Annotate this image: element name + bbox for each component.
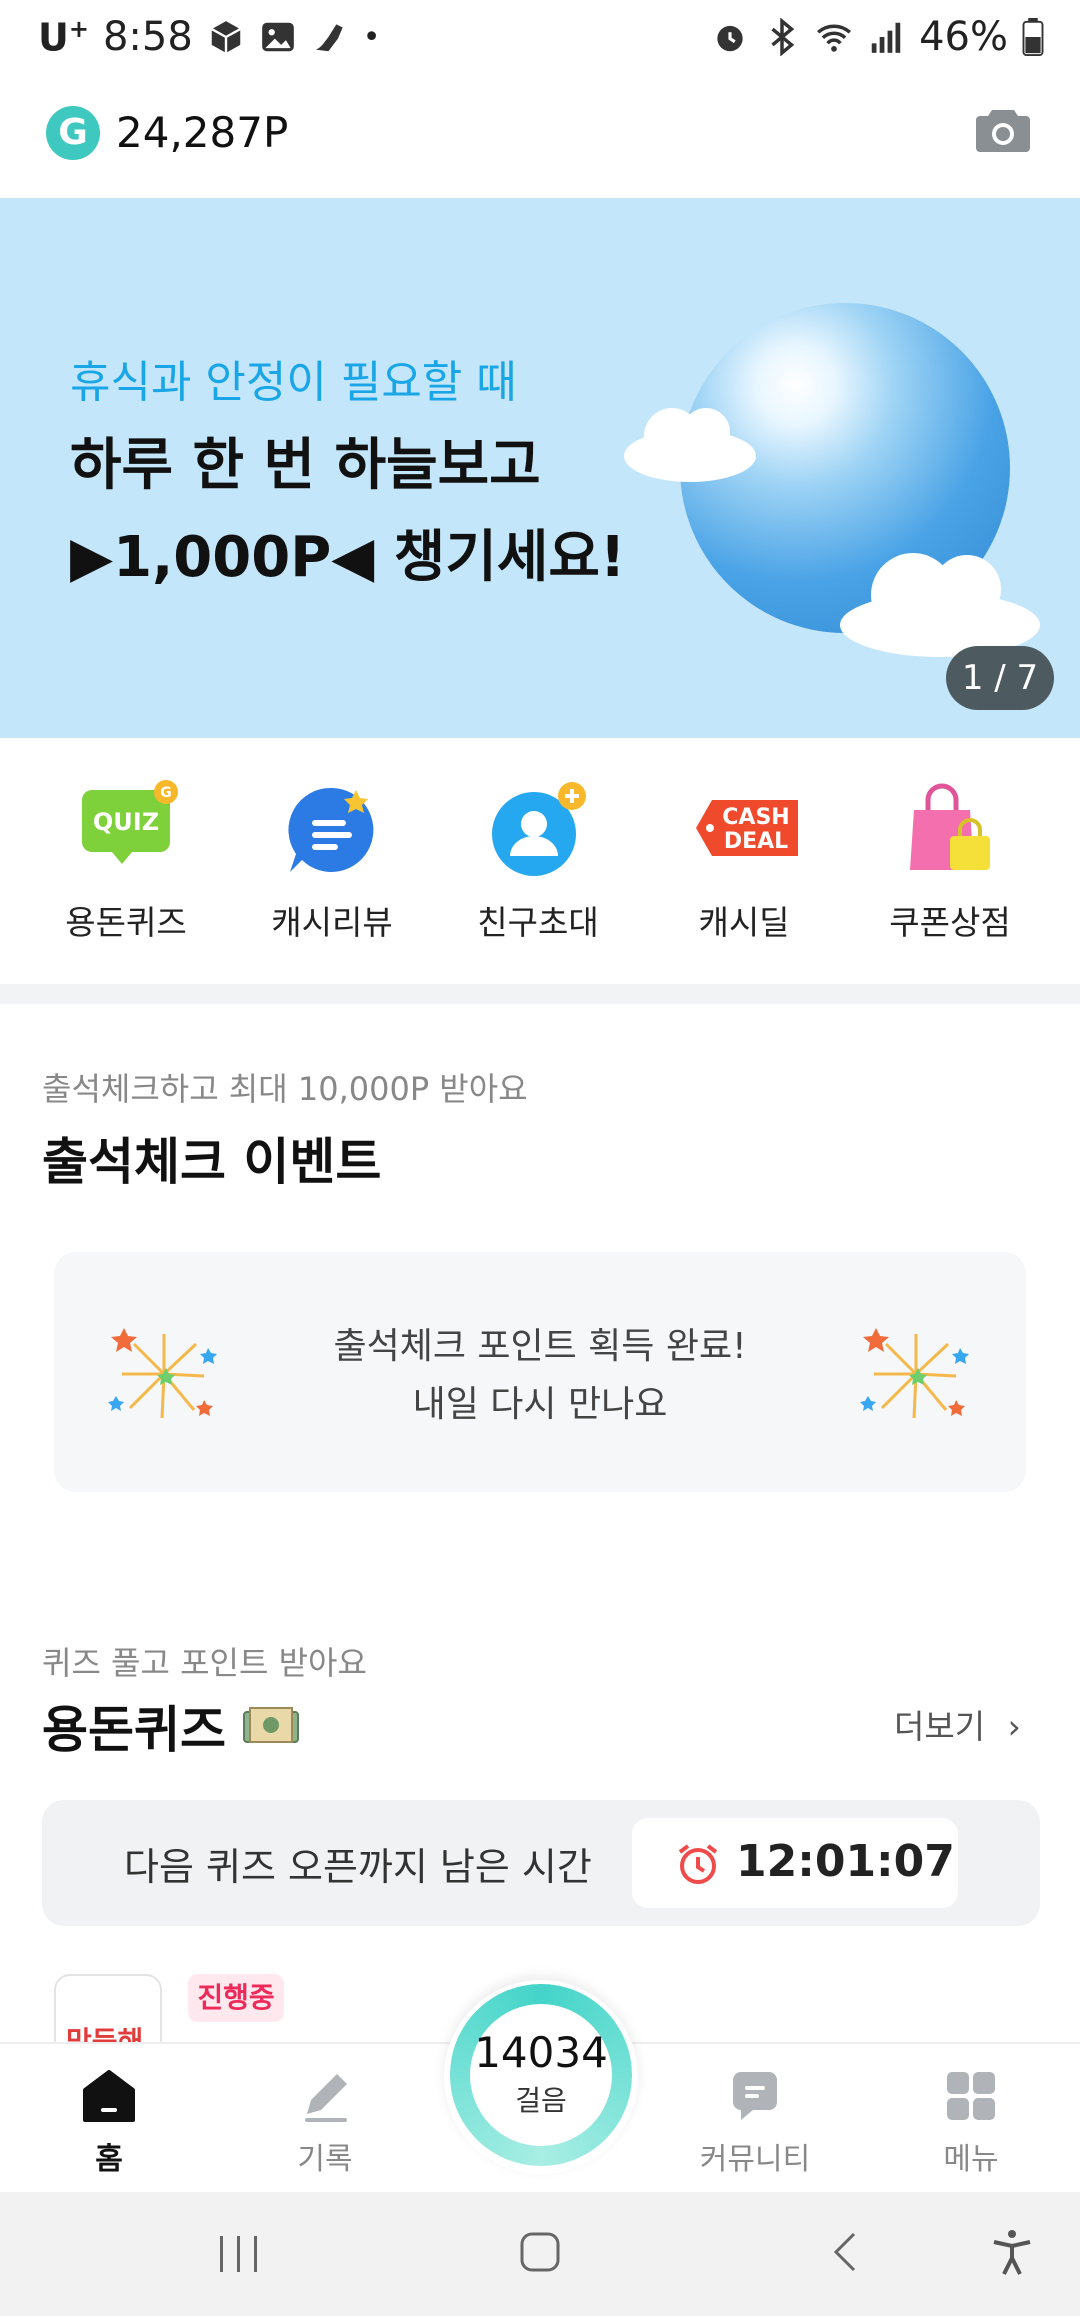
home-icon: [83, 2070, 135, 2122]
steps-counter[interactable]: 14034 걸음: [470, 2004, 612, 2146]
quick-menu-coupon[interactable]: 쿠폰상점: [850, 780, 1050, 944]
banner-title-line1: 하루 한 번 하늘보고: [70, 433, 541, 498]
money-icon: [243, 1707, 299, 1743]
cash-deal-icon: CASH DEAL: [694, 780, 798, 880]
home-nav-icon[interactable]: [518, 2230, 562, 2274]
nav-home[interactable]: 홈: [34, 2070, 184, 2178]
camera-icon[interactable]: [974, 104, 1032, 156]
point-balance[interactable]: 24,287P: [116, 108, 288, 157]
quick-menu-review[interactable]: 캐시리뷰: [232, 780, 432, 944]
status-right: 46%: [711, 14, 1044, 60]
quiz-timer-bar: 다음 퀴즈 오픈까지 남은 시간 12:01:07: [42, 1800, 1040, 1926]
quick-menu-label: 쿠폰상점: [889, 903, 1011, 942]
quiz-icon: G QUIZ: [76, 780, 178, 880]
timer-label: 다음 퀴즈 오픈까지 남은 시간: [124, 1845, 592, 1889]
clock: 8:58: [102, 14, 193, 60]
quick-menu: G QUIZ 용돈퀴즈 캐시리뷰 친구초대 CASH DEAL 캐시딜 쿠폰상점: [0, 740, 1080, 980]
attendance-subtitle: 출석체크하고 최대 10,000P 받아요: [42, 1070, 528, 1108]
section-divider: [0, 984, 1080, 1004]
quick-menu-quiz[interactable]: G QUIZ 용돈퀴즈: [26, 780, 226, 944]
fireworks-icon: [860, 1328, 969, 1419]
dot-icon: •: [362, 19, 381, 55]
alarm-clock-icon: [678, 1844, 718, 1884]
banner-subtitle: 휴식과 안정이 필요할 때: [70, 357, 517, 408]
signal-icon: [871, 22, 901, 53]
svg-text:G: G: [160, 785, 172, 801]
banner-title: 하루 한 번 하늘보고 ▶1,000P◀ 챙기세요!: [70, 420, 625, 604]
svg-text:CASH: CASH: [722, 805, 789, 830]
grid-menu-icon: [947, 2072, 995, 2120]
nav-community[interactable]: 커뮤니티: [680, 2070, 830, 2178]
nav-label: 홈: [95, 2142, 123, 2177]
quick-menu-label: 용돈퀴즈: [65, 903, 187, 942]
status-badge: 진행중: [188, 1974, 284, 2022]
chevron-right-icon: ›: [1007, 1707, 1021, 1746]
timer-pill: 12:01:07: [632, 1818, 958, 1908]
status-left: U+ 8:58 •: [38, 14, 381, 60]
bluetooth-icon: [771, 18, 795, 56]
wifi-icon: [817, 24, 852, 52]
quick-menu-invite[interactable]: 친구초대: [438, 780, 638, 944]
shoe-icon: [315, 24, 343, 52]
nav-menu[interactable]: 메뉴: [896, 2070, 1046, 2178]
point-coin-icon: G: [46, 106, 100, 160]
promo-banner[interactable]: 휴식과 안정이 필요할 때 하루 한 번 하늘보고 ▶1,000P◀ 챙기세요!…: [0, 198, 1080, 738]
cloud-image: [624, 408, 756, 482]
svg-text:QUIZ: QUIZ: [93, 808, 159, 836]
nav-record[interactable]: 기록: [250, 2070, 400, 2178]
gallery-icon: [261, 22, 294, 52]
quiz-title-row: 용돈퀴즈: [42, 1690, 300, 1762]
banner-pager: 1 / 7: [946, 646, 1054, 710]
pencil-icon: [305, 2074, 347, 2122]
status-bar: U+ 8:58 • 46%: [0, 0, 1080, 80]
steps-value: 14034: [474, 2028, 608, 2077]
battery-percent: 46%: [919, 14, 1008, 60]
chat-icon: [733, 2072, 777, 2120]
carrier: U+: [38, 14, 89, 60]
battery-icon: [1022, 18, 1044, 56]
coupon-shop-icon: [900, 780, 1000, 880]
quick-menu-label: 캐시딜: [698, 903, 790, 942]
recent-apps-icon[interactable]: [214, 2232, 264, 2276]
quick-menu-label: 캐시리뷰: [271, 903, 393, 942]
system-nav-bar: [0, 2192, 1080, 2316]
alarm-icon: [717, 25, 743, 52]
nav-label: 기록: [297, 2142, 353, 2177]
more-label: 더보기: [894, 1707, 986, 1746]
back-icon[interactable]: [824, 2230, 868, 2274]
banner-title-line2: ▶1,000P◀ 챙기세요!: [70, 525, 626, 590]
quiz-title: 용돈퀴즈: [42, 1701, 226, 1759]
invite-friend-icon: [488, 780, 588, 880]
quick-menu-cashdeal[interactable]: CASH DEAL 캐시딜: [644, 780, 844, 944]
nav-label: 메뉴: [943, 2142, 999, 2177]
svg-text:DEAL: DEAL: [724, 829, 788, 854]
accessibility-icon[interactable]: [990, 2228, 1034, 2278]
package-icon: [210, 21, 241, 53]
cloud-image: [840, 553, 1040, 657]
quiz-more-link[interactable]: 더보기 ›: [894, 1700, 1021, 1748]
nav-label: 커뮤니티: [699, 2142, 811, 2177]
timer-value: 12:01:07: [736, 1836, 955, 1887]
review-icon: [282, 780, 382, 880]
quick-menu-label: 친구초대: [477, 903, 599, 942]
steps-label: 걸음: [515, 2084, 567, 2117]
quiz-subtitle: 퀴즈 풀고 포인트 받아요: [42, 1644, 367, 1682]
attendance-card[interactable]: 출석체크 포인트 획득 완료! 내일 다시 만나요: [54, 1252, 1026, 1492]
attendance-title: 출석체크 이벤트: [42, 1133, 382, 1191]
